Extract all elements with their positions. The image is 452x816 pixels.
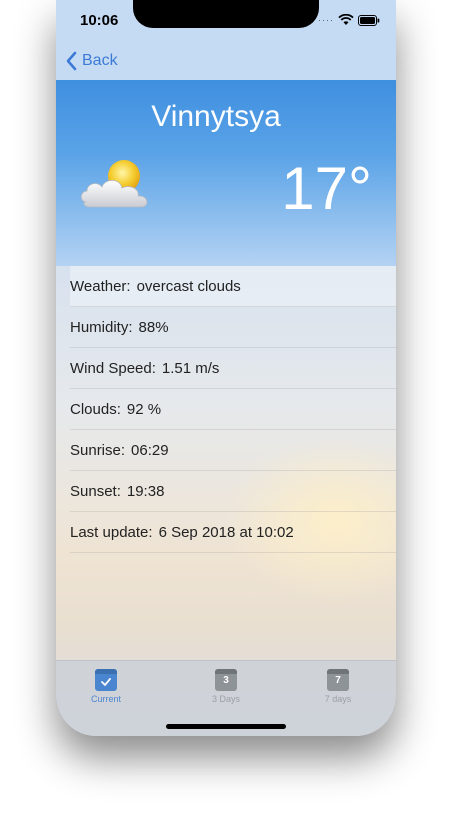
tab-3-days[interactable]: 3 3 Days: [186, 669, 266, 704]
phone-frame: 10:06 ···· Back Vinnytsya 17° Weather: o…: [56, 0, 396, 736]
signal-dots-icon: ····: [318, 15, 334, 25]
detail-value: 6 Sep 2018 at 10:02: [158, 523, 294, 541]
temperature-value: 17°: [281, 155, 372, 222]
detail-label: Clouds:: [70, 400, 121, 418]
tab-label: 7 days: [324, 694, 352, 704]
detail-row-weather: Weather: overcast clouds: [70, 266, 396, 307]
detail-row-sunset: Sunset: 19:38: [70, 471, 396, 512]
detail-label: Sunset:: [70, 482, 121, 500]
navigation-bar: Back: [56, 46, 396, 80]
detail-row-wind-speed: Wind Speed: 1.51 m/s: [70, 348, 396, 389]
back-label: Back: [82, 52, 118, 69]
weather-header: Vinnytsya 17°: [56, 80, 396, 266]
tab-7-days[interactable]: 7 7 days: [298, 669, 378, 704]
detail-row-humidity: Humidity: 88%: [70, 307, 396, 348]
detail-label: Weather:: [70, 277, 131, 295]
wifi-icon: [338, 14, 354, 25]
detail-label: Last update:: [70, 523, 153, 541]
detail-row-clouds: Clouds: 92 %: [70, 389, 396, 430]
detail-row-sunrise: Sunrise: 06:29: [70, 430, 396, 471]
detail-label: Wind Speed:: [70, 359, 156, 377]
status-time: 10:06: [80, 12, 119, 29]
battery-icon: [358, 14, 380, 26]
detail-value: 06:29: [131, 441, 169, 459]
chevron-left-icon: [66, 51, 77, 71]
details-list: Weather: overcast clouds Humidity: 88% W…: [56, 266, 396, 553]
screen: 10:06 ···· Back Vinnytsya 17° Weather: o…: [56, 0, 396, 736]
tab-current[interactable]: Current: [66, 669, 146, 704]
detail-value: 88%: [138, 318, 169, 336]
calendar-check-icon: [95, 669, 117, 691]
partly-cloudy-icon: [80, 160, 148, 208]
back-button[interactable]: Back: [64, 50, 118, 72]
city-name: Vinnytsya: [151, 100, 281, 133]
calendar-7-icon: 7: [327, 669, 349, 691]
detail-label: Sunrise:: [70, 441, 126, 459]
device-notch: [133, 0, 319, 28]
tab-label: Current: [90, 694, 121, 704]
detail-value: 19:38: [126, 482, 165, 500]
detail-value: 1.51 m/s: [161, 359, 220, 377]
home-indicator[interactable]: [166, 724, 286, 729]
tab-label: 3 Days: [211, 694, 240, 704]
detail-value: 92 %: [126, 400, 162, 418]
detail-row-last-update: Last update: 6 Sep 2018 at 10:02: [70, 512, 396, 553]
detail-value: overcast clouds: [136, 277, 241, 295]
detail-label: Humidity:: [70, 318, 133, 336]
status-icons: ····: [318, 14, 380, 26]
calendar-3-icon: 3: [215, 669, 237, 691]
